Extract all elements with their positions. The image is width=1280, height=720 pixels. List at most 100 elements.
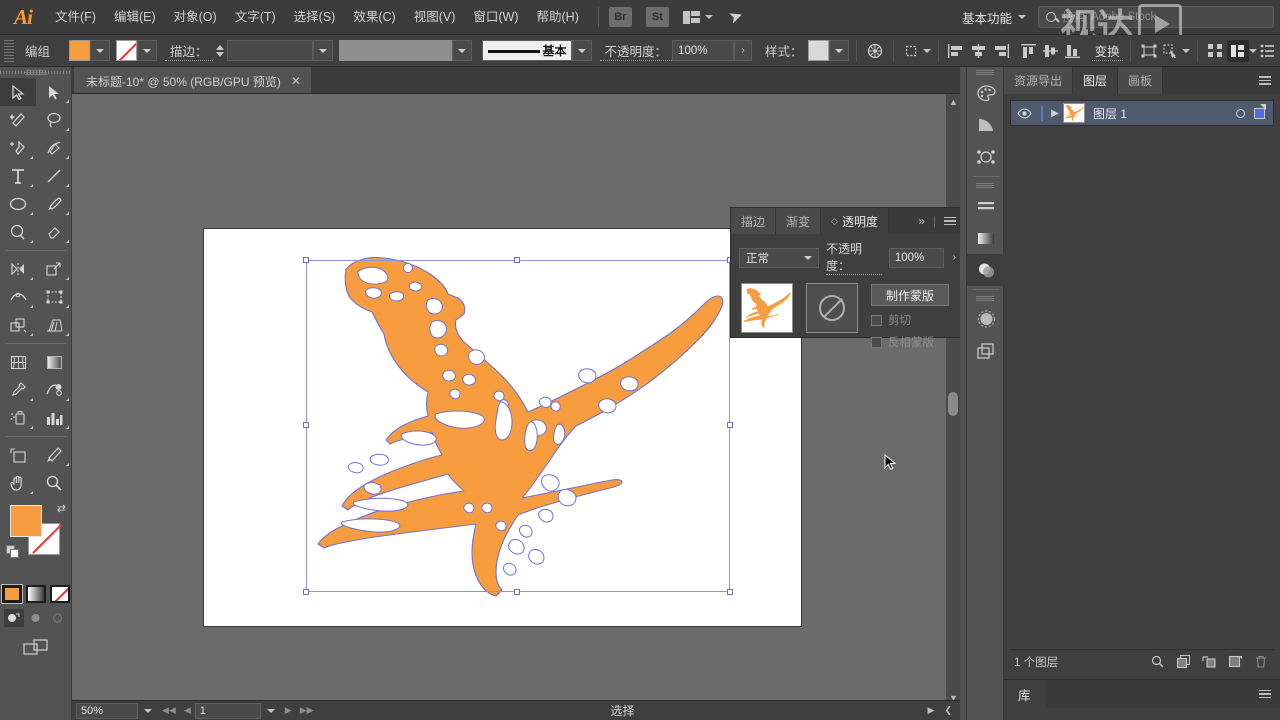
appearance-panel-icon[interactable] [967, 303, 1005, 335]
clip-checkbox-row[interactable]: 剪切 [871, 312, 949, 328]
artwork-thumbnail[interactable] [741, 283, 793, 333]
selection-handle[interactable] [303, 257, 309, 263]
zoom-tool[interactable] [36, 469, 72, 497]
create-sublayer-icon[interactable] [1196, 655, 1222, 668]
stroke-weight-dropdown[interactable] [312, 40, 333, 61]
blend-tool[interactable] [36, 376, 72, 404]
libraries-panel-menu-icon[interactable] [1250, 680, 1280, 708]
tab-layers[interactable]: 图层 [1073, 67, 1119, 94]
graphic-style-dropdown[interactable] [828, 40, 849, 61]
transparency-opacity-input[interactable]: 100% [888, 247, 944, 268]
status-menu-icon[interactable]: ▶ [928, 705, 935, 716]
mesh-tool[interactable] [0, 348, 36, 376]
close-icon[interactable]: ✕ [291, 74, 301, 88]
target-circle-icon[interactable] [1236, 108, 1245, 118]
locate-object-icon[interactable] [1144, 655, 1170, 668]
column-graph-tool[interactable] [36, 404, 72, 432]
rocket-icon[interactable]: ➤ [726, 5, 746, 29]
properties-panel-icon[interactable] [1226, 39, 1249, 62]
document-tab[interactable]: 未标题-10* @ 50% (RGB/GPU 预览) ✕ [74, 67, 311, 93]
stroke-profile-dropdown[interactable] [451, 40, 472, 61]
artboard-tool[interactable] [0, 441, 36, 469]
gradient-tool[interactable] [36, 348, 72, 376]
canvas-vertical-scrollbar[interactable]: ▲ ▼ [946, 94, 960, 706]
draw-normal-button[interactable] [3, 609, 24, 627]
properties-chevron-icon[interactable] [1248, 48, 1257, 53]
select-similar-icon[interactable] [1138, 40, 1160, 62]
menu-view[interactable]: 视图(V) [405, 0, 465, 35]
stroke-dropdown-button[interactable] [137, 40, 158, 61]
selection-handle[interactable] [727, 589, 733, 595]
gradient-mode-button[interactable] [25, 585, 46, 603]
graphic-style-swatch[interactable] [807, 40, 829, 61]
align-right-icon[interactable] [990, 40, 1012, 62]
panel-menu-icon[interactable] [944, 216, 956, 226]
menu-file[interactable]: 文件(F) [46, 0, 105, 35]
stroke-weight-stepper[interactable] [215, 44, 224, 57]
layer-row[interactable]: ▶ 图层 1 [1010, 100, 1274, 126]
selection-handle[interactable] [303, 422, 309, 428]
selection-handle[interactable] [514, 589, 520, 595]
tab-transparency[interactable]: ◇ 透明度 [821, 208, 889, 234]
align-center-horizontal-icon[interactable] [968, 40, 990, 62]
document-setup-icon[interactable] [1257, 40, 1279, 62]
align-center-vertical-icon[interactable] [1040, 40, 1062, 62]
workspace-chevron-icon[interactable] [1018, 15, 1026, 19]
default-fill-stroke-icon[interactable] [6, 545, 19, 563]
arrange-documents-button[interactable] [682, 10, 714, 24]
menu-window[interactable]: 窗口(W) [464, 0, 527, 35]
symbol-sprayer-tool[interactable] [0, 404, 36, 432]
line-segment-tool[interactable] [36, 162, 72, 190]
search-adobe-stock[interactable]: 搜索 Adobe Stock [1038, 6, 1274, 28]
eraser-tool[interactable] [36, 218, 72, 246]
stroke-panel-icon[interactable] [967, 190, 1005, 222]
draw-behind-button[interactable] [26, 609, 46, 627]
recolor-artwork-icon[interactable] [864, 40, 886, 62]
align-left-icon[interactable] [946, 40, 968, 62]
perspective-grid-tool[interactable] [36, 311, 72, 339]
dock-grip[interactable] [967, 293, 1003, 303]
status-resize-icon[interactable]: ❮ [944, 705, 952, 716]
menu-type[interactable]: 文字(T) [226, 0, 285, 35]
selection-handle[interactable] [514, 257, 520, 263]
shape-builder-tool[interactable] [0, 311, 36, 339]
fill-swatch-large[interactable] [10, 505, 42, 537]
dock-grip[interactable] [967, 180, 1003, 190]
visibility-eye-icon[interactable] [1011, 107, 1037, 119]
curvature-tool[interactable] [36, 134, 72, 162]
artboard-nav-next[interactable]: ▶ [281, 705, 296, 716]
artboard-number-input[interactable]: 1 [194, 702, 261, 719]
scroll-up-icon[interactable]: ▲ [949, 97, 958, 107]
expand-panel-icon[interactable]: » [918, 214, 925, 228]
direct-selection-tool[interactable] [36, 78, 72, 106]
magic-wand-tool[interactable] [0, 106, 36, 134]
align-bottom-icon[interactable] [1062, 40, 1084, 62]
make-mask-button[interactable]: 制作蒙版 [871, 284, 949, 306]
pen-tool[interactable] [0, 134, 36, 162]
select-chevron-icon[interactable] [1181, 48, 1190, 53]
scale-tool[interactable] [36, 255, 72, 283]
isolate-selected-icon[interactable] [901, 40, 923, 62]
fill-dropdown-button[interactable] [90, 40, 111, 61]
ellipse-tool[interactable] [0, 190, 36, 218]
menu-help[interactable]: 帮助(H) [528, 0, 588, 35]
type-tool[interactable] [0, 162, 36, 190]
delete-layer-icon[interactable] [1248, 655, 1274, 668]
brush-definition-field[interactable]: 基本 [481, 40, 572, 61]
menu-edit[interactable]: 编辑(E) [105, 0, 165, 35]
chevron-right-icon[interactable]: ▶ [1047, 108, 1063, 119]
clip-checkbox[interactable] [871, 314, 882, 326]
stroke-weight-field[interactable] [226, 40, 313, 61]
eyedropper-tool[interactable] [0, 376, 36, 404]
stroke-weight-label[interactable]: 描边： [165, 41, 213, 61]
artboard-nav-last[interactable]: ▶▶ [296, 705, 318, 716]
blend-mode-select[interactable]: 正常 [739, 247, 820, 268]
dock-grip[interactable] [967, 67, 1003, 77]
select-behind-icon[interactable] [1160, 40, 1182, 62]
artboard-nav-first[interactable]: ◀◀ [158, 705, 180, 716]
layers-dock-icon[interactable] [967, 335, 1005, 367]
swap-fill-stroke-icon[interactable]: ⇄ [57, 502, 66, 515]
hand-tool[interactable] [0, 469, 36, 497]
brush-definition-dropdown[interactable] [571, 40, 592, 61]
lasso-tool[interactable] [36, 106, 72, 134]
